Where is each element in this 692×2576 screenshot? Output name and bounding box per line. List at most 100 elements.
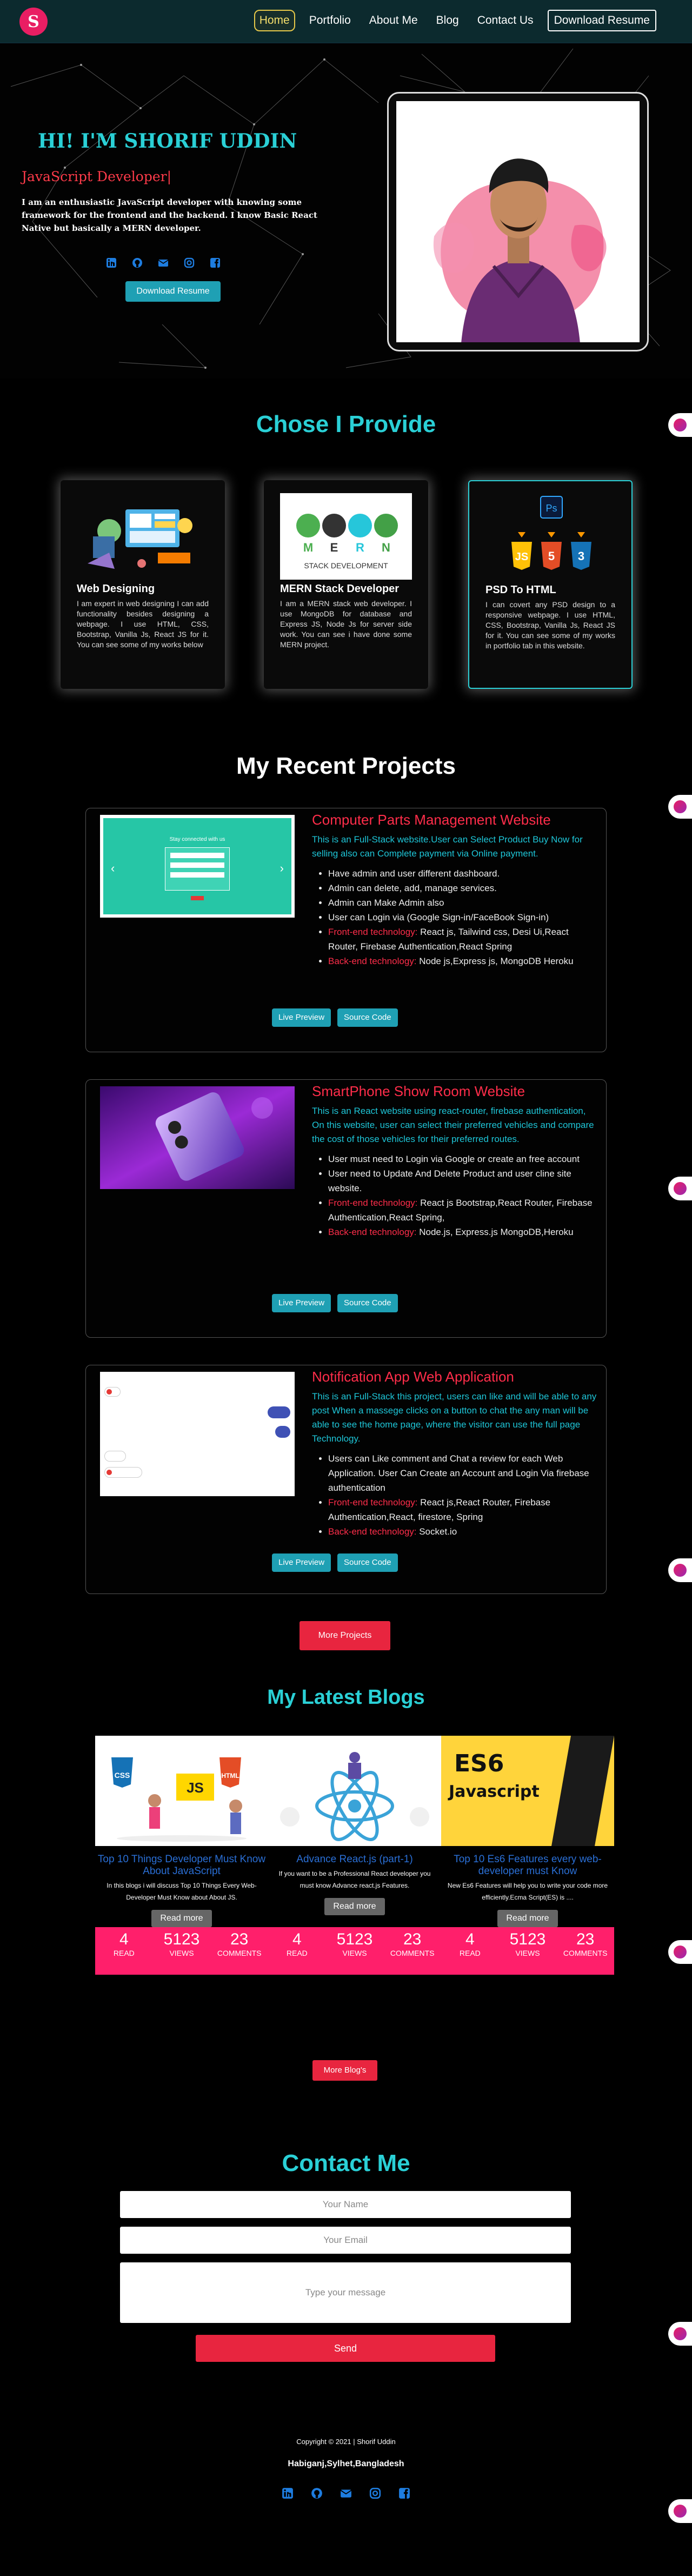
project-title: Notification App Web Application (312, 1369, 514, 1385)
blog-stats: 4 READ 5123 VIEWS 23 COMMENTS (268, 1927, 441, 1975)
service-card-psd-to-html: Ps JS 5 3 PSD To HTML I can covert any P… (468, 480, 633, 689)
blog-card: Advance React.js (part-1) If you want to… (268, 1736, 441, 2001)
service-text: I am a MERN stack web developer. I use M… (280, 599, 412, 649)
project-thumbnail[interactable] (100, 1086, 295, 1189)
front-end-tech: Front-end technology: React js,React Rou… (328, 1495, 598, 1524)
email-icon[interactable] (157, 257, 169, 269)
read-more-button[interactable]: Read more (324, 1898, 385, 1915)
project-lead: This is an Full-Stack this project, user… (312, 1391, 597, 1444)
email-icon[interactable] (340, 2487, 352, 2502)
service-card-web-designing: Web Designing I am expert in web designi… (61, 480, 225, 689)
source-code-button[interactable]: Source Code (337, 1008, 398, 1027)
project-features: Have admin and user different dashboard.… (328, 866, 598, 968)
svg-text:CSS: CSS (115, 1771, 130, 1780)
svg-text:N: N (382, 541, 390, 554)
service-card-mern: M E R N STACK DEVELOPMENT MERN Stack Dev… (264, 480, 428, 689)
blog-image[interactable]: CSS JS HTML (95, 1736, 268, 1846)
nav-home[interactable]: Home (254, 10, 295, 31)
linkedin-icon[interactable] (281, 2487, 294, 2502)
blog-title[interactable]: Advance React.js (part-1) (268, 1854, 441, 1865)
project-lead: This is an React website using react-rou… (312, 1106, 594, 1144)
floating-widget-button[interactable] (668, 1940, 692, 1964)
project-lead: This is an Full-Stack website.User can S… (312, 834, 583, 859)
svg-text:JS: JS (515, 551, 528, 563)
service-text: I can covert any PSD design to a respons… (485, 600, 615, 650)
floating-widget-button[interactable] (668, 1177, 692, 1200)
comments-stat: 23 COMMENTS (563, 1930, 608, 1957)
svg-text:JS: JS (187, 1780, 204, 1796)
source-code-button[interactable]: Source Code (337, 1294, 398, 1312)
psd-to-html-illustration: Ps JS 5 3 (485, 494, 615, 581)
blog-image[interactable]: ES6 Javascript (441, 1736, 614, 1846)
facebook-icon[interactable] (209, 257, 221, 269)
blog-title[interactable]: Top 10 Es6 Features every web-developer … (441, 1854, 614, 1877)
floating-widget-button[interactable] (668, 1558, 692, 1582)
nav-links: Home Portfolio About Me Blog Contact Us … (254, 10, 656, 31)
profile-photo-frame (387, 92, 649, 351)
project-thumbnail[interactable] (100, 1372, 295, 1496)
floating-widget-button[interactable] (668, 2499, 692, 2523)
github-icon[interactable] (310, 2487, 323, 2502)
floating-widget-button[interactable] (668, 795, 692, 819)
front-end-tech: Front-end technology: React js Bootstrap… (328, 1196, 598, 1225)
widget-icon (674, 2327, 687, 2340)
floating-widget-button[interactable] (668, 413, 692, 437)
project-title: Computer Parts Management Website (312, 812, 551, 828)
widget-icon (674, 800, 687, 813)
hero-title: HI! I'M SHORIF UDDIN (38, 130, 297, 152)
svg-text:HTML: HTML (221, 1772, 239, 1780)
back-end-tech: Back-end technology: Node js,Express js,… (328, 954, 598, 968)
blog-title[interactable]: Top 10 Things Developer Must Know About … (95, 1854, 268, 1877)
hero-download-resume-button[interactable]: Download Resume (125, 281, 221, 302)
live-preview-button[interactable]: Live Preview (272, 1294, 331, 1312)
more-projects-button[interactable]: More Projects (300, 1621, 390, 1650)
facebook-icon[interactable] (398, 2487, 411, 2502)
send-button[interactable]: Send (196, 2335, 495, 2362)
instagram-icon[interactable] (369, 2487, 382, 2502)
site-logo[interactable]: S (19, 8, 48, 36)
project-features: Users can Like comment and Chat a review… (328, 1451, 598, 1539)
nav-download-resume-button[interactable]: Download Resume (547, 10, 656, 31)
blog-card: CSS JS HTML Top 10 Things Developer Must… (95, 1736, 268, 2001)
thumbnail-heading: Stay connected with us (169, 836, 225, 842)
blog-card: ES6 Javascript Top 10 Es6 Features every… (441, 1736, 614, 2001)
nav-blog[interactable]: Blog (432, 11, 463, 30)
hero-description: I am an enthusiastic JavaScript develope… (22, 197, 317, 233)
read-more-button[interactable]: Read more (497, 1910, 558, 1927)
feature-item: Admin can delete, add, manage services. (328, 881, 598, 895)
blog-image[interactable] (268, 1736, 441, 1846)
project-thumbnail[interactable]: Stay connected with us ‹ › (100, 815, 295, 918)
views-stat: 5123 VIEWS (163, 1930, 200, 1957)
github-icon[interactable] (131, 257, 143, 269)
feature-item: Users can Like comment and Chat a review… (328, 1451, 598, 1495)
live-preview-button[interactable]: Live Preview (272, 1553, 331, 1572)
floating-widget-button[interactable] (668, 2322, 692, 2346)
message-textarea[interactable]: Type your message (120, 2262, 571, 2323)
widget-icon (674, 419, 687, 431)
service-title: PSD To HTML (485, 584, 556, 596)
blog-stats: 4 READ 5123 VIEWS 23 COMMENTS (441, 1927, 614, 1975)
carousel-next-icon[interactable]: › (280, 861, 284, 875)
service-title: MERN Stack Developer (280, 583, 400, 595)
instagram-icon[interactable] (183, 257, 195, 269)
blogs-title: My Latest Blogs (267, 1686, 425, 1709)
read-stat: 4 READ (459, 1930, 481, 1957)
linkedin-icon[interactable] (105, 257, 117, 269)
name-input[interactable]: Your Name (120, 2191, 571, 2218)
feature-item: User can Login via (Google Sign-in/FaceB… (328, 910, 598, 925)
email-input[interactable]: Your Email (120, 2227, 571, 2254)
nav-contact[interactable]: Contact Us (473, 11, 538, 30)
source-code-button[interactable]: Source Code (337, 1553, 398, 1572)
svg-text:3: 3 (578, 549, 584, 563)
comments-stat: 23 COMMENTS (390, 1930, 435, 1957)
profile-photo (396, 101, 640, 342)
carousel-prev-icon[interactable]: ‹ (111, 861, 115, 875)
read-more-button[interactable]: Read more (151, 1910, 212, 1927)
feature-item: User must need to Login via Google or cr… (328, 1152, 598, 1166)
more-blogs-button[interactable]: More Blog's (312, 2060, 377, 2081)
nav-portfolio[interactable]: Portfolio (305, 11, 355, 30)
nav-about[interactable]: About Me (365, 11, 422, 30)
mern-stack-illustration: M E R N STACK DEVELOPMENT (280, 493, 412, 580)
live-preview-button[interactable]: Live Preview (272, 1008, 331, 1027)
svg-text:M: M (303, 541, 313, 554)
